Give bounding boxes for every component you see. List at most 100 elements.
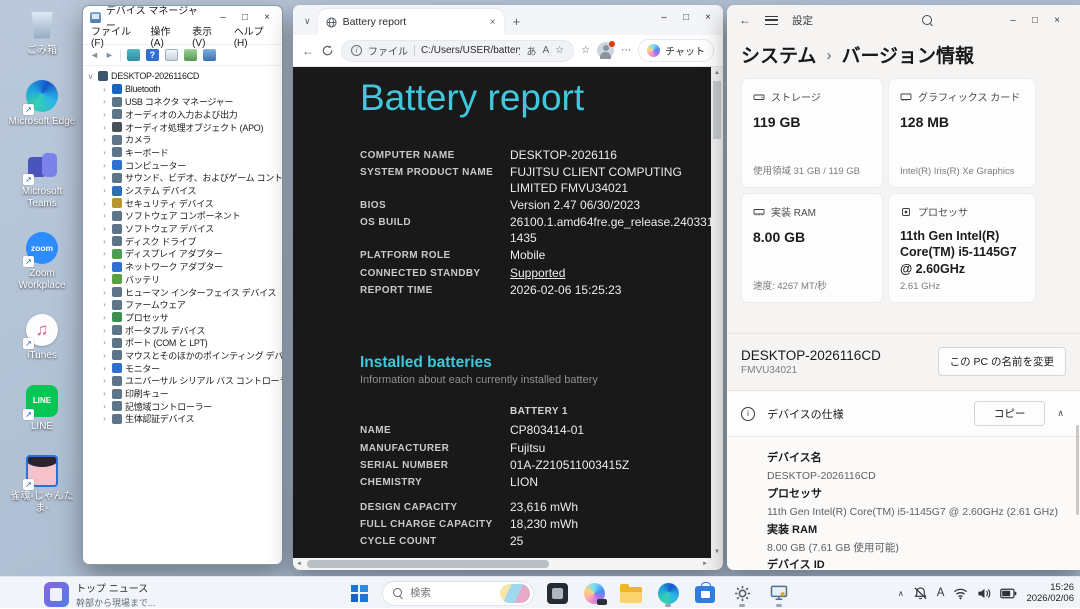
favorite-star-icon[interactable]: ☆ — [555, 45, 564, 56]
scan-hardware-icon[interactable] — [184, 49, 197, 61]
hidden-icons-chevron[interactable]: ∧ — [898, 589, 904, 598]
chevron-right-icon[interactable]: › — [100, 161, 109, 170]
search-icon[interactable] — [922, 15, 933, 26]
site-info-icon[interactable]: i — [351, 45, 362, 56]
horizontal-scrollbar[interactable]: ◄ ► — [293, 558, 711, 570]
address-bar[interactable]: i ファイル C:/Users/USER/battery... あ A ☆ — [341, 40, 574, 62]
copilot-chat-button[interactable]: チャット — [638, 39, 714, 62]
tree-row[interactable]: › オーディオの入力および出力 — [86, 108, 282, 121]
copilot-button[interactable] — [580, 579, 608, 607]
chevron-right-icon[interactable]: › — [100, 389, 109, 398]
chevron-right-icon[interactable]: › — [100, 199, 109, 208]
chevron-right-icon[interactable]: › — [100, 262, 109, 271]
back-icon[interactable]: ← — [302, 44, 314, 58]
translate-icon[interactable]: あ — [526, 43, 536, 58]
chevron-right-icon[interactable]: › — [100, 110, 109, 119]
chevron-right-icon[interactable]: › — [100, 414, 109, 423]
chevron-right-icon[interactable]: › — [100, 97, 109, 106]
chevron-right-icon[interactable]: › — [100, 123, 109, 132]
menu-view[interactable]: 表示(V) — [192, 23, 223, 49]
settings-scroll-thumb[interactable] — [1076, 425, 1079, 515]
copy-button[interactable]: コピー — [974, 401, 1046, 426]
new-tab-button[interactable]: + — [504, 14, 530, 35]
rename-pc-button[interactable]: この PC の名前を変更 — [938, 347, 1066, 376]
scroll-down-icon[interactable]: ▼ — [711, 546, 723, 558]
tab-close-icon[interactable]: × — [490, 17, 496, 28]
search-input[interactable] — [410, 587, 488, 599]
chevron-right-icon[interactable]: › — [100, 351, 109, 360]
taskbar-clock[interactable]: 15:26 2026/02/06 — [1026, 582, 1074, 604]
desktop-icon-jantama[interactable]: ↗ 雀魂-じゃんたま- — [8, 454, 76, 514]
tree-row[interactable]: › ソフトウェア デバイス — [86, 222, 282, 235]
do-not-disturb-bell-icon[interactable] — [913, 586, 928, 601]
search-highlight-image[interactable] — [500, 584, 530, 603]
scroll-left-icon[interactable]: ◄ — [293, 558, 305, 570]
close-button[interactable]: × — [1046, 12, 1068, 28]
chevron-right-icon[interactable]: › — [100, 211, 109, 220]
tree-row[interactable]: › ユニバーサル シリアル バス コントローラー — [86, 375, 282, 388]
tab-search-chevron-icon[interactable]: ∨ — [297, 16, 318, 35]
tree-row[interactable]: › バッテリ — [86, 273, 282, 286]
chevron-right-icon[interactable]: › — [100, 186, 109, 195]
desktop-icon-itunes[interactable]: ♫ ↗ iTunes — [8, 313, 76, 362]
tree-row[interactable]: › ポート (COM と LPT) — [86, 336, 282, 349]
battery-icon[interactable] — [1000, 587, 1017, 600]
back-icon[interactable]: ← — [739, 13, 751, 27]
file-explorer-button[interactable] — [617, 579, 645, 607]
read-aloud-icon[interactable]: A — [542, 45, 549, 56]
chevron-up-icon[interactable]: ∧ — [1057, 408, 1066, 419]
close-button[interactable]: × — [697, 9, 719, 25]
tab-battery-report[interactable]: Battery report × — [318, 9, 504, 35]
tree-row[interactable]: › コンピューター — [86, 159, 282, 172]
tree-row[interactable]: › システム デバイス — [86, 184, 282, 197]
tree-row[interactable]: › キーボード — [86, 146, 282, 159]
desktop-icon-teams[interactable]: ↗ Microsoft Teams — [8, 149, 76, 209]
forward-icon[interactable]: ► — [105, 50, 114, 60]
chevron-right-icon[interactable]: › — [100, 85, 109, 94]
settings-taskbar-button[interactable] — [728, 579, 756, 607]
tree-row[interactable]: › サウンド、ビデオ、およびゲーム コントローラー — [86, 172, 282, 185]
chevron-right-icon[interactable]: › — [100, 376, 109, 385]
chevron-right-icon[interactable]: › — [100, 338, 109, 347]
chevron-down-icon[interactable]: ∨ — [86, 72, 95, 81]
tree-row[interactable]: › ディスプレイ アダプター — [86, 248, 282, 261]
chevron-right-icon[interactable]: › — [100, 224, 109, 233]
menu-help[interactable]: ヘルプ(H) — [234, 23, 274, 49]
start-button[interactable] — [345, 579, 373, 607]
tree-root-row[interactable]: ∨ DESKTOP-2026116CD — [86, 70, 282, 83]
store-button[interactable] — [691, 579, 719, 607]
chevron-right-icon[interactable]: › — [100, 173, 109, 182]
tree-row[interactable]: › ファームウェア — [86, 298, 282, 311]
expander-header[interactable]: i デバイスの仕様 コピー ∧ — [727, 391, 1080, 436]
device-manager-taskbar-button[interactable] — [765, 579, 793, 607]
desktop-icon-recycle-bin[interactable]: ごみ箱 — [8, 8, 76, 57]
chevron-right-icon[interactable]: › — [100, 237, 109, 246]
maximize-button[interactable]: □ — [1024, 12, 1046, 28]
favorites-icon[interactable]: ☆ — [581, 45, 590, 56]
help-icon[interactable]: ? — [146, 49, 159, 61]
properties-icon[interactable] — [165, 49, 178, 61]
ime-mode-indicator[interactable]: A — [937, 587, 945, 599]
tree-row[interactable]: › 印刷キュー — [86, 387, 282, 400]
minimize-button[interactable]: – — [653, 9, 675, 25]
chevron-right-icon[interactable]: › — [100, 148, 109, 157]
tree-row[interactable]: › 生体認証デバイス — [86, 413, 282, 426]
menu-action[interactable]: 操作(A) — [150, 23, 181, 49]
chevron-right-icon[interactable]: › — [100, 288, 109, 297]
chevron-right-icon[interactable]: › — [100, 402, 109, 411]
tree-row[interactable]: › USB コネクタ マネージャー — [86, 95, 282, 108]
volume-icon[interactable] — [977, 587, 991, 600]
tree-row[interactable]: › 記憶域コントローラー — [86, 400, 282, 413]
desktop-icon-zoom[interactable]: zoom ↗ Zoom Workplace — [8, 231, 76, 291]
minimize-button[interactable]: – — [1002, 12, 1024, 28]
console-window-icon[interactable] — [127, 49, 140, 61]
tree-row[interactable]: › ヒューマン インターフェイス デバイス — [86, 286, 282, 299]
desktop-icon-line[interactable]: LINE ↗ LINE — [8, 384, 76, 433]
tree-row[interactable]: › カメラ — [86, 133, 282, 146]
hamburger-menu-icon[interactable] — [765, 16, 778, 25]
menu-file[interactable]: ファイル(F) — [91, 23, 139, 49]
tree-row[interactable]: › ディスク ドライブ — [86, 235, 282, 248]
breadcrumb-system[interactable]: システム — [741, 41, 816, 68]
reload-icon[interactable] — [321, 44, 334, 57]
chevron-right-icon[interactable]: › — [100, 135, 109, 144]
